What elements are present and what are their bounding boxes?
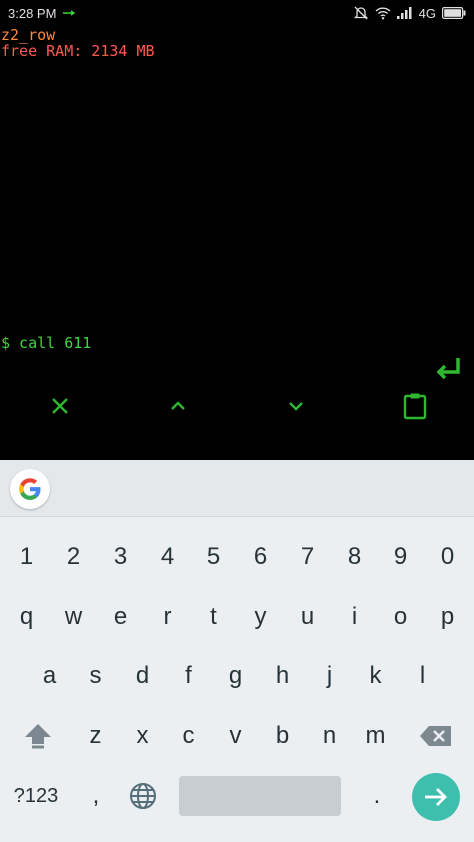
key-2[interactable]: 2 [50,528,97,586]
usb-icon [62,8,76,18]
backspace-key[interactable] [412,707,460,765]
key-7[interactable]: 7 [284,528,331,586]
key-u[interactable]: u [284,588,331,646]
terminal-view[interactable]: z2_row free RAM: 2134 MB $ call 611 [0,26,474,460]
key-0[interactable]: 0 [424,528,471,586]
keyboard-suggestion-bar [0,460,474,517]
key-i[interactable]: i [331,588,378,646]
network-type: 4G [418,5,436,21]
key-h[interactable]: h [259,647,306,705]
google-icon[interactable] [10,469,50,509]
key-3[interactable]: 3 [97,528,144,586]
key-9[interactable]: 9 [377,528,424,586]
key-e[interactable]: e [97,588,144,646]
chevron-down-icon[interactable] [278,388,314,424]
key-j[interactable]: j [306,647,353,705]
signal-icon [396,7,413,19]
key-1[interactable]: 1 [3,528,50,586]
key-a[interactable]: a [26,647,73,705]
key-l[interactable]: l [399,647,446,705]
command-input[interactable]: $ call 611 [1,334,91,352]
clock: 3:28 PM [8,5,57,21]
key-t[interactable]: t [190,588,237,646]
terminal-action-bar [0,388,474,428]
status-bar: 3:28 PM 4G [0,0,474,26]
key-k[interactable]: k [352,647,399,705]
battery-icon [442,7,466,19]
keyboard-row-2: a s d f g h j k l [0,647,474,705]
key-8[interactable]: 8 [331,528,378,586]
key-q[interactable]: q [3,588,50,646]
key-p[interactable]: p [424,588,471,646]
space-bar[interactable] [179,776,341,816]
wifi-icon [375,6,391,20]
arrow-right-icon [425,788,447,806]
key-v[interactable]: v [212,707,259,765]
key-s[interactable]: s [72,647,119,705]
key-n[interactable]: n [306,707,353,765]
mute-icon [353,5,369,21]
symbols-key[interactable]: ?123 [5,767,67,825]
key-6[interactable]: 6 [237,528,284,586]
key-d[interactable]: d [119,647,166,705]
key-w[interactable]: w [50,588,97,646]
key-b[interactable]: b [259,707,306,765]
key-f[interactable]: f [165,647,212,705]
key-x[interactable]: x [119,707,166,765]
key-5[interactable]: 5 [190,528,237,586]
enter-icon[interactable] [432,354,464,386]
terminal-ram-line: free RAM: 2134 MB [1,42,155,60]
key-z[interactable]: z [72,707,119,765]
key-c[interactable]: c [165,707,212,765]
key-o[interactable]: o [377,588,424,646]
key-g[interactable]: g [212,647,259,705]
backspace-icon [420,726,451,746]
shift-key[interactable] [14,707,62,765]
clipboard-icon[interactable] [397,388,433,424]
key-r[interactable]: r [144,588,191,646]
key-m[interactable]: m [352,707,399,765]
period-key[interactable]: . [354,767,400,825]
close-icon[interactable] [42,388,78,424]
go-button[interactable] [412,773,460,821]
globe-icon [130,783,156,809]
key-4[interactable]: 4 [144,528,191,586]
key-y[interactable]: y [237,588,284,646]
keyboard-row-1: q w e r t y u i o p [0,588,474,646]
chevron-up-icon[interactable] [160,388,196,424]
shift-arrow-icon [25,724,51,749]
keyboard-row-3: z x c v b n m [0,707,474,765]
comma-key[interactable]: , [74,767,118,825]
keyboard-number-row: 1 2 3 4 5 6 7 8 9 0 [0,528,474,586]
globe-key[interactable] [120,767,166,825]
soft-keyboard: 1 2 3 4 5 6 7 8 9 0 q w e r t y u i o p … [0,460,474,842]
